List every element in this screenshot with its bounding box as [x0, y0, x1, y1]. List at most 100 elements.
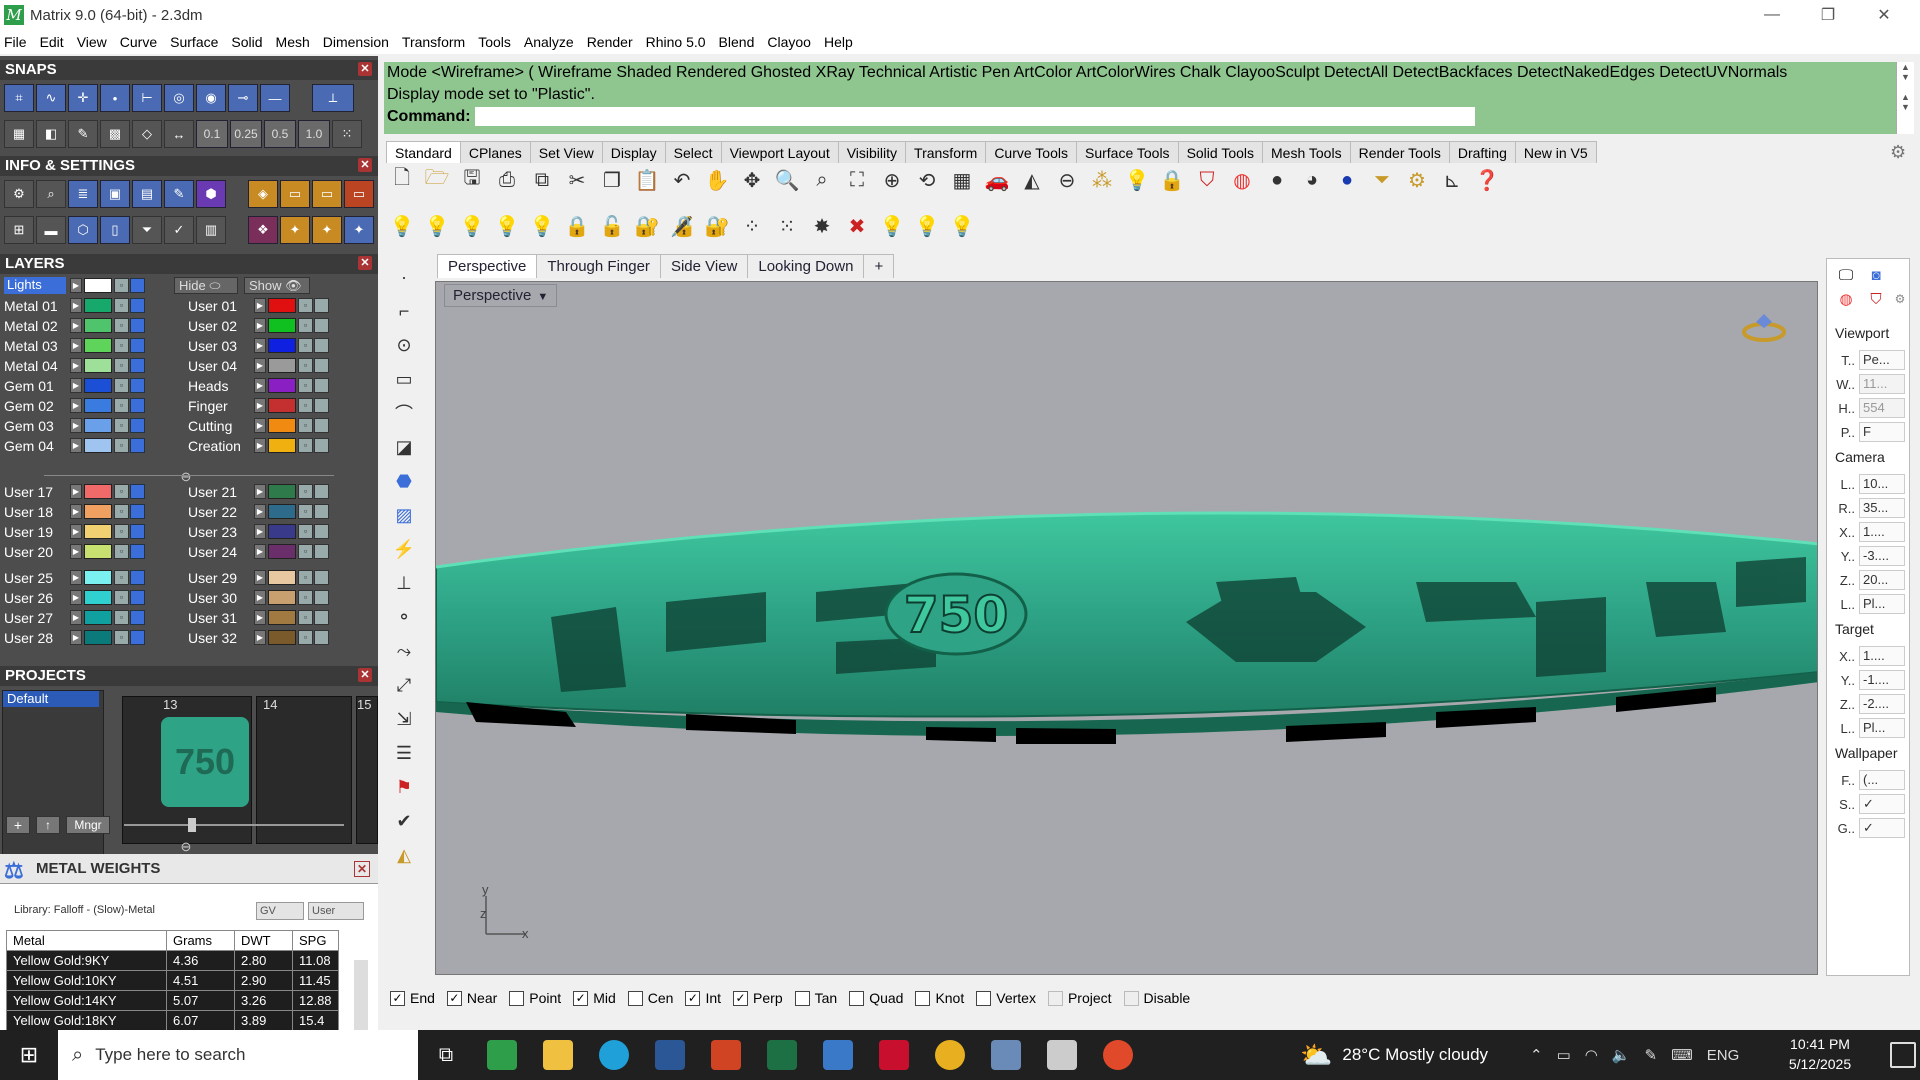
property-value[interactable]: 11... — [1859, 374, 1905, 394]
perspective-viewport[interactable]: 750 Perspective ▼ y z x — [435, 281, 1818, 975]
checkbox[interactable] — [794, 990, 810, 1006]
curve-tool-icon[interactable]: ⌒ — [389, 398, 419, 428]
tab-perspective[interactable]: Perspective — [437, 254, 538, 278]
new-file-icon[interactable]: 🗋 — [388, 166, 416, 194]
mesh-tool-icon[interactable]: ▨ — [389, 500, 419, 530]
gem-light-icon[interactable]: 💡 — [878, 212, 906, 240]
expand-arrow-icon[interactable]: ▶ — [254, 358, 266, 373]
layer-row[interactable]: User 25 ▶ ▫ — [4, 568, 146, 587]
property-value[interactable]: (... — [1859, 770, 1905, 790]
undo-icon[interactable]: ↶ — [668, 166, 696, 194]
toolbar-settings-gear-icon[interactable]: ⚙ — [1890, 142, 1906, 163]
checkbox[interactable]: ✓ — [446, 990, 462, 1006]
property-value[interactable]: 1.... — [1859, 646, 1905, 666]
hide-button[interactable]: Hide ⬭ — [174, 277, 238, 294]
box-icon[interactable]: ▣ — [100, 180, 130, 208]
layers-stack-icon[interactable]: ≣ — [68, 180, 98, 208]
expand-arrow-icon[interactable]: ▶ — [254, 590, 266, 605]
expand-arrow-icon[interactable]: ▶ — [254, 630, 266, 645]
snap-point-icon[interactable]: • — [100, 84, 130, 112]
expand-arrow-icon[interactable]: ▶ — [70, 570, 82, 585]
monitor-icon[interactable]: ▬ — [36, 216, 66, 244]
expand-arrow-icon[interactable]: ▶ — [254, 524, 266, 539]
layer-row[interactable]: User 20 ▶ ▫ — [4, 542, 146, 561]
expand-arrow-icon[interactable]: ▶ — [70, 418, 82, 433]
shield-icon[interactable]: ⛉ — [1193, 166, 1221, 194]
osnap-project[interactable]: Project — [1047, 990, 1112, 1006]
osnap-mid[interactable]: ✓ Mid — [573, 990, 616, 1006]
layer-color-swatch[interactable] — [268, 544, 296, 559]
zoom-extents-icon[interactable]: ⛶ — [843, 166, 871, 194]
snap-curve-icon[interactable]: ∿ — [36, 84, 66, 112]
ring-model[interactable]: 750 — [436, 282, 1818, 975]
help-icon[interactable]: ❓ — [1473, 166, 1501, 194]
layer-color-swatch[interactable] — [268, 338, 296, 353]
windows-start-icon[interactable]: ⊞ — [0, 1030, 58, 1080]
layer-color-swatch[interactable] — [84, 590, 112, 605]
layer-color-swatch[interactable] — [84, 278, 112, 293]
visibility-toggle[interactable] — [314, 358, 329, 373]
cylinder-icon[interactable]: ▯ — [100, 216, 130, 244]
cplane-icon[interactable]: ⊖ — [1053, 166, 1081, 194]
gem-gold-icon[interactable]: ✦ — [280, 216, 310, 244]
layer-color-swatch[interactable] — [268, 438, 296, 453]
visibility-toggle[interactable] — [314, 524, 329, 539]
snap-value-3[interactable]: 1.0 — [298, 120, 330, 148]
expand-arrow-icon[interactable]: ▶ — [254, 484, 266, 499]
solid-tool-icon[interactable]: ⬣ — [389, 466, 419, 496]
tab-surface-tools[interactable]: Surface Tools — [1075, 141, 1179, 163]
projects-splitter-icon[interactable]: ⊖ — [174, 839, 198, 855]
tiles-icon[interactable]: ⊞ — [4, 216, 34, 244]
visibility-toggle[interactable] — [130, 358, 145, 373]
expand-arrow-icon[interactable]: ▶ — [70, 278, 82, 293]
visibility-toggle[interactable] — [314, 438, 329, 453]
taskbar-search[interactable]: ⌕ Type here to search — [58, 1030, 418, 1080]
color-wheel-icon[interactable]: ◍ — [1833, 287, 1859, 311]
layer-color-swatch[interactable] — [84, 504, 112, 519]
layer-row[interactable]: Metal 01 ▶ ▫ — [4, 296, 146, 315]
window-gold-icon[interactable]: ▭ — [280, 180, 310, 208]
property-value[interactable]: F — [1859, 422, 1905, 442]
user-toggle[interactable]: User — [308, 902, 364, 920]
expand-arrow-icon[interactable]: ▶ — [70, 610, 82, 625]
app-tool-icon[interactable] — [1034, 1030, 1090, 1080]
layer-color-swatch[interactable] — [84, 318, 112, 333]
expand-arrow-icon[interactable]: ▶ — [70, 358, 82, 373]
manager-button[interactable]: Mngr — [66, 816, 110, 834]
lock-icon[interactable]: ▫ — [298, 524, 313, 539]
visibility-toggle[interactable] — [314, 570, 329, 585]
menu-solid[interactable]: Solid — [231, 34, 262, 50]
close-icon[interactable]: ✕ — [358, 62, 372, 76]
snap-ortho-icon[interactable]: ⟂ — [312, 84, 354, 112]
tab-set-view[interactable]: Set View — [529, 141, 603, 163]
checkbox[interactable] — [976, 990, 992, 1006]
property-value[interactable]: -3.... — [1859, 546, 1905, 566]
layer-row[interactable]: User 27 ▶ ▫ — [4, 608, 146, 627]
table-row[interactable]: Yellow Gold:9KY 4.36 2.80 11.08 — [6, 950, 339, 971]
layer-color-swatch[interactable] — [268, 524, 296, 539]
layer-color-swatch[interactable] — [84, 544, 112, 559]
word-icon[interactable] — [642, 1030, 698, 1080]
expand-arrow-icon[interactable]: ▶ — [254, 504, 266, 519]
property-value[interactable]: 1.... — [1859, 522, 1905, 542]
file-explorer-icon[interactable] — [530, 1030, 586, 1080]
lock-icon[interactable]: ▫ — [298, 438, 313, 453]
ring-gold-icon[interactable]: ◈ — [248, 180, 278, 208]
layer-color-swatch[interactable] — [268, 610, 296, 625]
property-value[interactable]: -2.... — [1859, 694, 1905, 714]
lock-icon[interactable]: ▫ — [298, 358, 313, 373]
snap-grid-icon[interactable]: ⌗ — [4, 84, 34, 112]
table-row[interactable]: Yellow Gold:18KY 6.07 3.89 15.4 — [6, 1010, 339, 1031]
lock-icon[interactable]: ▫ — [114, 278, 129, 293]
visibility-toggle[interactable] — [314, 590, 329, 605]
layer-color-swatch[interactable] — [84, 418, 112, 433]
tab-drafting[interactable]: Drafting — [1448, 141, 1516, 163]
open-folder-icon[interactable]: 🗁 — [423, 166, 451, 194]
tab-standard[interactable]: Standard — [386, 141, 461, 163]
visibility-toggle[interactable] — [130, 570, 145, 585]
nudge-icon[interactable]: ↔ — [164, 120, 194, 148]
osnap-int[interactable]: ✓ Int — [685, 990, 721, 1006]
visibility-toggle[interactable] — [314, 544, 329, 559]
visibility-toggle[interactable] — [314, 504, 329, 519]
layer-color-swatch[interactable] — [268, 504, 296, 519]
